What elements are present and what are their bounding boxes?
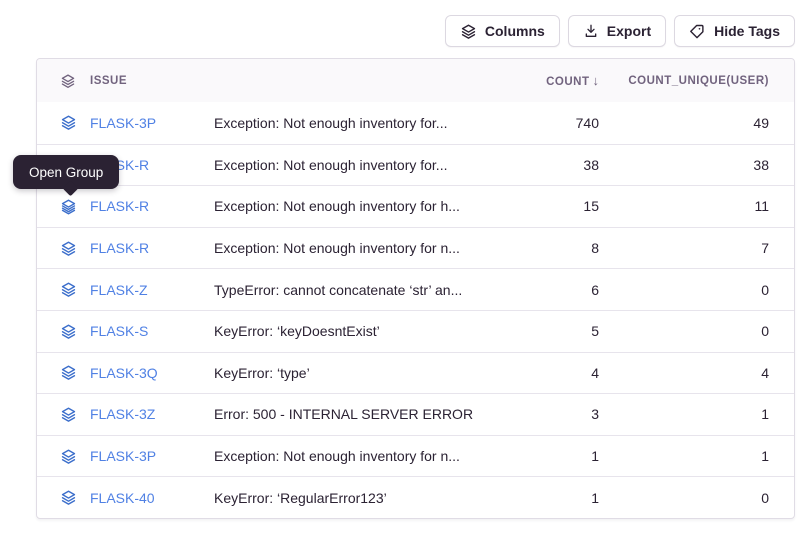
count-value: 5 (509, 323, 599, 339)
issue-link[interactable]: FLASK-R (90, 198, 214, 214)
open-group-icon[interactable] (60, 240, 90, 257)
hide-tags-button-label: Hide Tags (714, 23, 780, 39)
count-unique-value: 0 (599, 282, 769, 298)
issue-title: Exception: Not enough inventory for h... (214, 198, 509, 214)
export-button-label: Export (607, 23, 651, 39)
issue-title: KeyError: ‘RegularError123’ (214, 490, 509, 506)
count-value: 1 (509, 448, 599, 464)
open-group-icon[interactable] (60, 489, 90, 506)
count-unique-value: 1 (599, 406, 769, 422)
count-unique-value: 49 (599, 115, 769, 131)
open-group-icon[interactable] (60, 323, 90, 340)
table-row: FLASK-S KeyError: ‘keyDoesntExist’ 5 0 (37, 310, 794, 352)
count-value: 1 (509, 490, 599, 506)
count-value: 740 (509, 115, 599, 131)
table-row: FLASK-3P Exception: Not enough inventory… (37, 102, 794, 144)
table-row: FLASK-R Exception: Not enough inventory … (37, 144, 794, 186)
count-value: 6 (509, 282, 599, 298)
issue-title: KeyError: ‘keyDoesntExist’ (214, 323, 509, 339)
count-unique-value: 38 (599, 157, 769, 173)
issue-link[interactable]: FLASK-3Q (90, 365, 214, 381)
count-unique-value: 1 (599, 448, 769, 464)
issue-title: Exception: Not enough inventory for n... (214, 240, 509, 256)
toolbar: Columns Export Hide Tags (445, 15, 795, 47)
table-row: FLASK-40 KeyError: ‘RegularError123’ 1 0 (37, 476, 794, 518)
table-row: FLASK-3Z Error: 500 - INTERNAL SERVER ER… (37, 393, 794, 435)
issue-link[interactable]: FLASK-S (90, 323, 214, 339)
table-row: FLASK-R Exception: Not enough inventory … (37, 227, 794, 269)
issue-link[interactable]: FLASK-3P (90, 115, 214, 131)
open-group-icon[interactable] (60, 198, 90, 215)
count-value: 4 (509, 365, 599, 381)
issue-link[interactable]: FLASK-3Z (90, 406, 214, 422)
count-unique-value: 0 (599, 490, 769, 506)
columns-button[interactable]: Columns (445, 15, 560, 47)
table-row: FLASK-Z TypeError: cannot concatenate ‘s… (37, 268, 794, 310)
open-group-tooltip: Open Group (13, 155, 119, 189)
count-header-label: COUNT (546, 76, 589, 88)
count-value: 3 (509, 406, 599, 422)
table-row: FLASK-R Exception: Not enough inventory … (37, 185, 794, 227)
layers-icon (60, 73, 90, 89)
column-header-issue[interactable]: ISSUE (90, 75, 214, 87)
issue-title: Error: 500 - INTERNAL SERVER ERROR (214, 406, 509, 422)
count-value: 38 (509, 157, 599, 173)
count-unique-value: 0 (599, 323, 769, 339)
count-unique-value: 7 (599, 240, 769, 256)
open-group-icon[interactable] (60, 281, 90, 298)
layers-icon (460, 23, 477, 40)
count-unique-value: 11 (599, 198, 769, 214)
export-button[interactable]: Export (568, 15, 666, 47)
open-group-icon[interactable] (60, 406, 90, 423)
count-value: 8 (509, 240, 599, 256)
issue-title: TypeError: cannot concatenate ‘str’ an..… (214, 282, 509, 298)
issue-title: KeyError: ‘type’ (214, 365, 509, 381)
issue-title: Exception: Not enough inventory for... (214, 115, 509, 131)
columns-button-label: Columns (485, 23, 545, 39)
table-row: FLASK-3Q KeyError: ‘type’ 4 4 (37, 352, 794, 394)
table-header-row: ISSUE COUNT↓ COUNT_UNIQUE(USER) (37, 59, 794, 102)
tooltip-label: Open Group (29, 165, 103, 180)
issue-title: Exception: Not enough inventory for... (214, 157, 509, 173)
hide-tags-button[interactable]: Hide Tags (674, 15, 795, 47)
column-header-count[interactable]: COUNT↓ (509, 73, 599, 88)
open-group-icon[interactable] (60, 448, 90, 465)
count-value: 15 (509, 198, 599, 214)
issue-link[interactable]: FLASK-3P (90, 448, 214, 464)
column-header-count-unique[interactable]: COUNT_UNIQUE(USER) (599, 75, 769, 87)
tag-icon (689, 23, 706, 40)
results-table: ISSUE COUNT↓ COUNT_UNIQUE(USER) FLASK-3P… (36, 58, 795, 519)
download-icon (583, 23, 599, 39)
count-unique-value: 4 (599, 365, 769, 381)
issue-title: Exception: Not enough inventory for n... (214, 448, 509, 464)
issue-link[interactable]: FLASK-Z (90, 282, 214, 298)
open-group-icon[interactable] (60, 114, 90, 131)
issue-link[interactable]: FLASK-40 (90, 490, 214, 506)
table-row: FLASK-3P Exception: Not enough inventory… (37, 435, 794, 477)
open-group-icon[interactable] (60, 364, 90, 381)
issue-link[interactable]: FLASK-R (90, 240, 214, 256)
